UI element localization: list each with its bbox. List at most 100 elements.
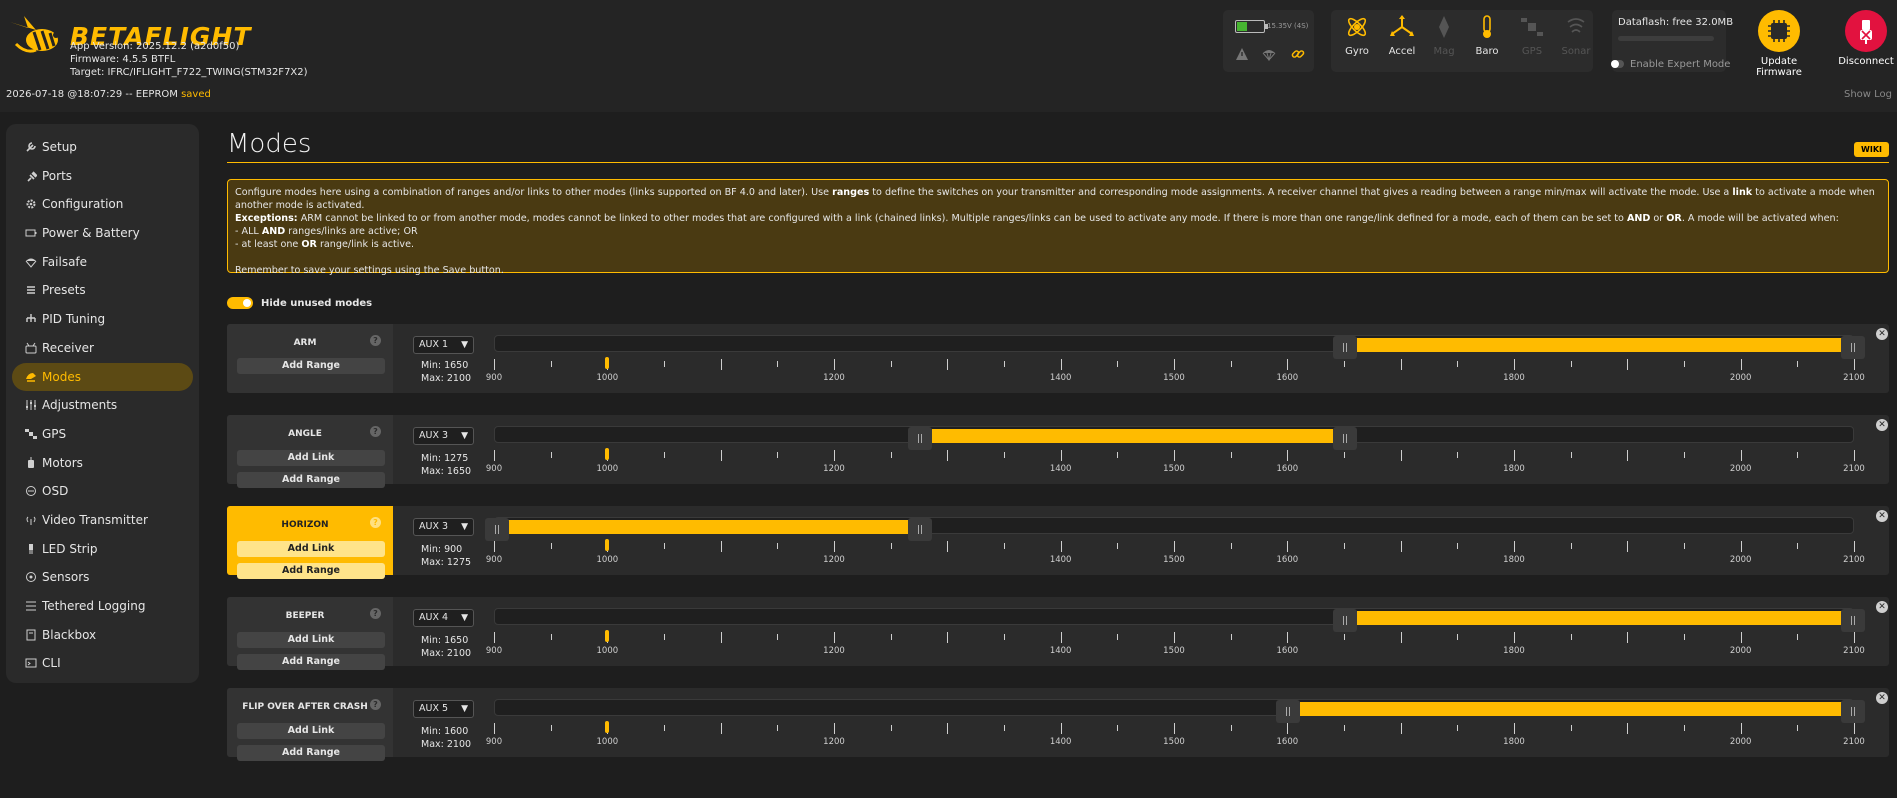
scale-label: 2100 (1843, 646, 1865, 656)
expert-mode-toggle[interactable]: Enable Expert Mode (1611, 59, 1730, 70)
channel-select[interactable]: AUX 3 ▼ (413, 518, 474, 536)
range-max-handle[interactable] (1333, 427, 1357, 450)
sidebar-item-cli[interactable]: CLI (6, 649, 199, 678)
sidebar-item-gps[interactable]: GPS (6, 420, 199, 449)
add-range-button[interactable]: Add Range (237, 472, 385, 488)
add-range-button[interactable]: Add Range (237, 654, 385, 670)
range-max-handle[interactable] (908, 518, 932, 541)
remove-range-icon[interactable]: ✕ (1876, 328, 1888, 340)
scale-label: 900 (485, 555, 503, 565)
eeprom-saved: saved (181, 89, 211, 100)
sidebar-item-osd[interactable]: OSD (6, 477, 199, 506)
scale-tick (494, 632, 495, 643)
range-values: Min: 1275 Max: 1650 (421, 452, 471, 478)
sidebar-item-modes[interactable]: Modes (12, 362, 193, 392)
add-link-button[interactable]: Add Link (237, 541, 385, 557)
sidebar-item-sensors[interactable]: Sensors (6, 563, 199, 592)
sidebar-item-label: Failsafe (42, 254, 88, 269)
scale-label: 1500 (1163, 373, 1185, 383)
scale-tick (1004, 452, 1005, 458)
add-link-button[interactable]: Add Link (237, 450, 385, 466)
scale-tick (1400, 450, 1402, 461)
sidebar-item-configuration[interactable]: Configuration (6, 190, 199, 219)
sidebar-item-video-transmitter[interactable]: Video Transmitter (6, 506, 199, 535)
title-divider (227, 162, 1889, 163)
range-slider[interactable] (485, 517, 1854, 541)
scale-tick (1740, 450, 1742, 461)
hide-unused-toggle[interactable] (227, 297, 253, 309)
disconnect-button[interactable]: Disconnect (1837, 10, 1895, 67)
scale-tick (1230, 452, 1232, 458)
scale-label: 1400 (1049, 737, 1072, 747)
scale-tick (1740, 632, 1742, 643)
help-icon[interactable]: ? (370, 426, 381, 437)
scale-tick (1797, 543, 1799, 549)
hide-unused-modes[interactable]: Hide unused modes (227, 297, 372, 309)
channel-select[interactable]: AUX 1 ▼ (413, 336, 474, 354)
sidebar-item-motors[interactable]: Motors (6, 449, 199, 478)
sidebar-item-blackbox[interactable]: Blackbox (6, 621, 199, 650)
scale-tick (947, 723, 949, 734)
sensor-sonar: Sonar (1554, 14, 1598, 57)
sidebar-item-failsafe[interactable]: Failsafe (6, 248, 199, 277)
scale-tick (1287, 723, 1289, 734)
sidebar-item-setup[interactable]: Setup (6, 133, 199, 162)
scale-tick (1854, 450, 1855, 461)
sidebar-item-tethered-logging[interactable]: Tethered Logging (6, 592, 199, 621)
update-firmware-button[interactable]: Update Firmware (1738, 10, 1820, 78)
scale-label: 1000 (596, 373, 619, 383)
sidebar-item-power-battery[interactable]: Power & Battery (6, 219, 199, 248)
range-slider[interactable] (494, 699, 1865, 723)
scale-tick (1514, 450, 1515, 461)
range-min-handle[interactable] (1333, 336, 1357, 359)
remove-range-icon[interactable]: ✕ (1876, 419, 1888, 431)
scale-tick (1740, 723, 1742, 734)
help-icon[interactable]: ? (370, 335, 381, 346)
help-icon[interactable]: ? (370, 608, 381, 619)
range-slider[interactable] (494, 608, 1865, 632)
range-min-handle[interactable] (1276, 700, 1301, 723)
help-icon[interactable]: ? (370, 517, 381, 528)
scale-tick (834, 359, 835, 370)
range-slider[interactable] (494, 335, 1865, 359)
sidebar-item-presets[interactable]: Presets (6, 276, 199, 305)
add-link-button[interactable]: Add Link (237, 632, 385, 648)
scale-tick (834, 632, 835, 643)
range-slider[interactable] (494, 426, 1854, 450)
channel-value-marker (605, 539, 610, 551)
scale-tick (1684, 543, 1685, 549)
range-min-handle[interactable] (908, 427, 932, 450)
show-log-link[interactable]: Show Log (1844, 89, 1892, 100)
sidebar-item-ports[interactable]: Ports (6, 162, 199, 191)
help-icon[interactable]: ? (370, 699, 381, 710)
pid-icon (26, 314, 36, 323)
add-range-button[interactable]: Add Range (237, 745, 385, 761)
expert-switch[interactable] (1611, 60, 1624, 68)
range-min-handle[interactable] (1333, 609, 1357, 632)
range-min-handle[interactable] (485, 518, 509, 541)
range-max-handle[interactable] (1841, 609, 1865, 632)
channel-select[interactable]: AUX 3 ▼ (413, 427, 474, 445)
add-range-button[interactable]: Add Range (237, 563, 385, 579)
scale-label: 900 (485, 464, 503, 474)
add-range-button[interactable]: Add Range (237, 358, 385, 374)
sidebar-item-led-strip[interactable]: LED Strip (6, 535, 199, 564)
sidebar-item-receiver[interactable]: Receiver (6, 334, 199, 363)
scale-label: 1500 (1163, 555, 1185, 565)
scale-label: 1400 (1049, 555, 1072, 565)
sensor-icon (26, 572, 36, 583)
scale-tick (1174, 632, 1175, 643)
add-link-button[interactable]: Add Link (237, 723, 385, 739)
sidebar-item-adjustments[interactable]: Adjustments (6, 391, 199, 420)
rtc-status: 2026-07-18 @18:07:29 -- EEPROM saved (6, 89, 211, 100)
sidebar-item-pid-tuning[interactable]: PID Tuning (6, 305, 199, 334)
channel-select[interactable]: AUX 4 ▼ (413, 609, 474, 627)
range-max-handle[interactable] (1841, 700, 1865, 723)
channel-select[interactable]: AUX 5 ▼ (413, 700, 474, 718)
remove-range-icon[interactable]: ✕ (1876, 692, 1888, 704)
wiki-button[interactable]: WIKI (1854, 142, 1889, 157)
remove-range-icon[interactable]: ✕ (1876, 601, 1888, 613)
scale-tick (1174, 541, 1175, 552)
range-max-handle[interactable] (1841, 336, 1865, 359)
remove-range-icon[interactable]: ✕ (1876, 510, 1888, 522)
